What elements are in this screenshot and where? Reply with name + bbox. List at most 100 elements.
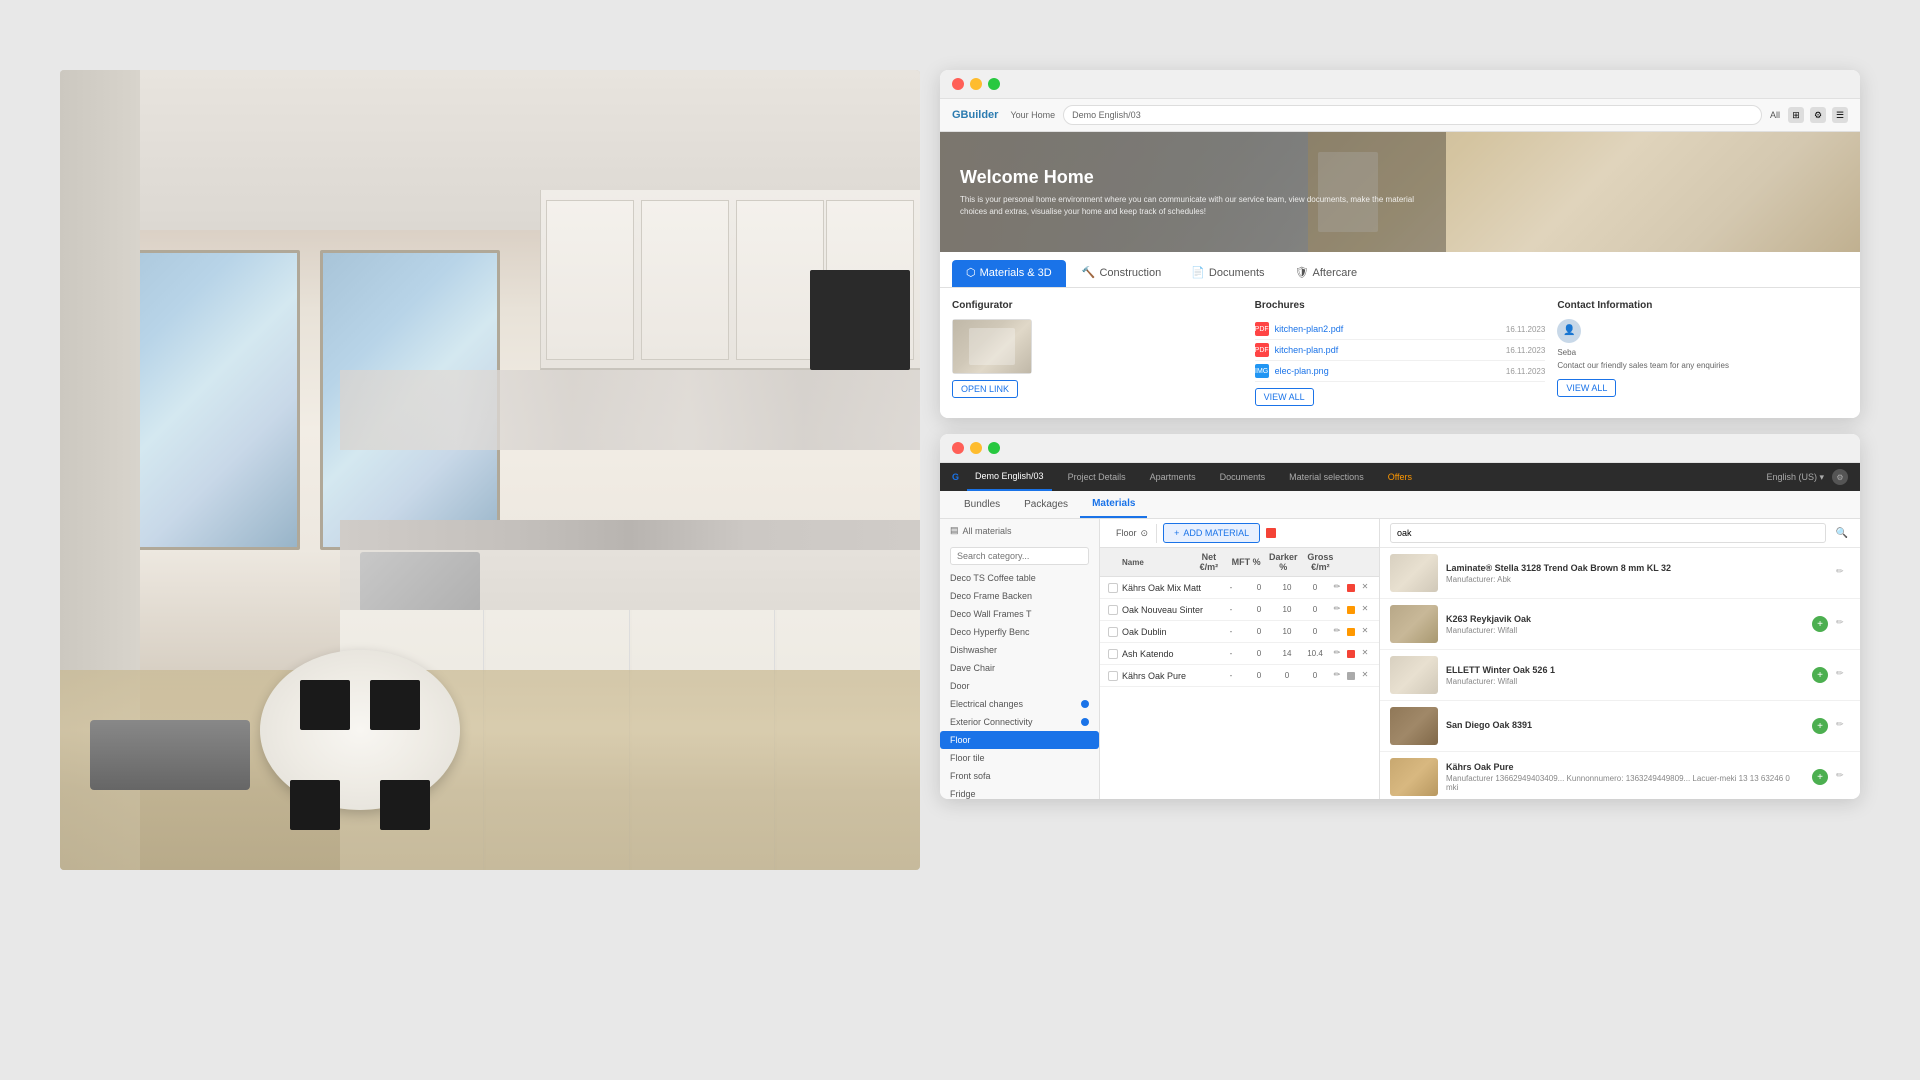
tab-materials-3d[interactable]: ⬡ Materials & 3D	[952, 260, 1066, 287]
expand-dot[interactable]	[988, 78, 1000, 90]
row-delete-5[interactable]: ✕	[1359, 670, 1371, 682]
close-dot[interactable]	[952, 78, 964, 90]
cat-item-deco-wall[interactable]: Deco Wall Frames T	[940, 605, 1099, 623]
cat-item-electrical[interactable]: Electrical changes	[940, 695, 1099, 713]
mat-search-input[interactable]	[1390, 523, 1826, 543]
row-checkbox-2[interactable]	[1108, 605, 1118, 615]
mat-result-info-1: Laminate® Stella 3128 Trend Oak Brown 8 …	[1446, 563, 1828, 584]
mat-add-btn-4[interactable]: +	[1812, 718, 1828, 734]
brochure-item-1[interactable]: PDF kitchen-plan2.pdf 16.11.2023	[1255, 319, 1546, 340]
nav-tab-demo[interactable]: Demo English/03	[967, 463, 1052, 491]
mat-add-btn-2[interactable]: +	[1812, 616, 1828, 632]
contact-view-all-button[interactable]: VIEW ALL	[1557, 379, 1616, 397]
cat-item-fridge[interactable]: Fridge	[940, 785, 1099, 799]
row-mft-5: 0	[1247, 671, 1271, 680]
cat-item-dave-chair[interactable]: Dave Chair	[940, 659, 1099, 677]
browser-all-label: All	[1770, 110, 1780, 120]
mat-row-2[interactable]: Oak Nouveau Sinter - 0 10 0 ✏ ✕	[1100, 599, 1379, 621]
minimize-dot[interactable]	[970, 78, 982, 90]
cat-item-front-sofa[interactable]: Front sofa	[940, 767, 1099, 785]
cat-item-exterior[interactable]: Exterior Connectivity	[940, 713, 1099, 731]
nav-tab-project-details[interactable]: Project Details	[1060, 463, 1134, 491]
mat-result-4[interactable]: San Diego Oak 8391 + ✏	[1380, 701, 1860, 752]
mat-add-btn-3[interactable]: +	[1812, 667, 1828, 683]
browser-icon-1[interactable]: ⊞	[1788, 107, 1804, 123]
row-status-4	[1347, 650, 1355, 658]
mat-result-3[interactable]: ELLETT Winter Oak 526 1 Manufacturer: Wi…	[1380, 650, 1860, 701]
mat-result-edit-1[interactable]: ✏	[1836, 566, 1850, 580]
cat-item-deco-hyperfly[interactable]: Deco Hyperfly Benc	[940, 623, 1099, 641]
material-list-panel: Floor ⊙ + ADD MATERIAL Name	[1100, 519, 1380, 799]
mat-row-5[interactable]: Kährs Oak Pure - 0 0 0 ✏ ✕	[1100, 665, 1379, 687]
row-delete-2[interactable]: ✕	[1359, 604, 1371, 616]
close-dot-2[interactable]	[952, 442, 964, 454]
row-checkbox-5[interactable]	[1108, 671, 1118, 681]
row-edit-2[interactable]: ✏	[1331, 604, 1343, 616]
row-checkbox-3[interactable]	[1108, 627, 1118, 637]
cat-item-deco-frame[interactable]: Deco Frame Backen	[940, 587, 1099, 605]
row-edit-5[interactable]: ✏	[1331, 670, 1343, 682]
floor-selector: Floor ⊙	[1108, 524, 1157, 543]
brochures-view-all-button[interactable]: VIEW ALL	[1255, 388, 1314, 406]
mat-result-edit-3[interactable]: ✏	[1836, 668, 1850, 682]
browser-actions: ⊞ ⚙ ☰	[1788, 107, 1848, 123]
tab-construction[interactable]: 🔨 Construction	[1068, 260, 1175, 287]
mat-row-4[interactable]: Ash Katendo - 0 14 10.4 ✏ ✕	[1100, 643, 1379, 665]
mat-tab-bundles[interactable]: Bundles	[952, 491, 1012, 518]
nav-tab-apartments[interactable]: Apartments	[1142, 463, 1204, 491]
browser-url-bar[interactable]: Demo English/03	[1063, 105, 1762, 125]
expand-dot-2[interactable]	[988, 442, 1000, 454]
mat-row-1[interactable]: Kährs Oak Mix Matt - 0 10 0 ✏ ✕	[1100, 577, 1379, 599]
brochure-item-3[interactable]: IMG elec-plan.png 16.11.2023	[1255, 361, 1546, 382]
mat-result-edit-4[interactable]: ✏	[1836, 719, 1850, 733]
shield-icon: 🛡	[1295, 266, 1309, 279]
mat-result-edit-2[interactable]: ✏	[1836, 617, 1850, 631]
minimize-dot-2[interactable]	[970, 442, 982, 454]
lang-selector[interactable]: English (US) ▾	[1766, 472, 1824, 483]
mat-result-5[interactable]: Kährs Oak Pure Manufacturer 136629494034…	[1380, 752, 1860, 799]
row-delete-1[interactable]: ✕	[1359, 582, 1371, 594]
row-net-2: -	[1219, 605, 1243, 614]
mat-result-name-2: K263 Reykjavik Oak	[1446, 614, 1804, 624]
mat-tab-packages[interactable]: Packages	[1012, 491, 1080, 518]
tab-aftercare[interactable]: 🛡 Aftercare	[1281, 260, 1372, 287]
row-edit-1[interactable]: ✏	[1331, 582, 1343, 594]
mat-result-1[interactable]: Laminate® Stella 3128 Trend Oak Brown 8 …	[1380, 548, 1860, 599]
row-checkbox-1[interactable]	[1108, 583, 1118, 593]
nav-tab-offers[interactable]: Offers	[1380, 463, 1420, 491]
row-checkbox-4[interactable]	[1108, 649, 1118, 659]
brochure-item-2[interactable]: PDF kitchen-plan.pdf 16.11.2023	[1255, 340, 1546, 361]
cat-item-floor-tile[interactable]: Floor tile	[940, 749, 1099, 767]
mat-result-edit-5[interactable]: ✏	[1836, 770, 1850, 784]
row-delete-4[interactable]: ✕	[1359, 648, 1371, 660]
browser-nav-label: Your Home	[1010, 110, 1055, 120]
nav-tab-material-selections[interactable]: Material selections	[1281, 463, 1372, 491]
mat-thumb-5	[1390, 758, 1438, 796]
darker-col-header: Darker %	[1267, 552, 1300, 572]
category-search-input[interactable]	[950, 547, 1089, 565]
row-edit-4[interactable]: ✏	[1331, 648, 1343, 660]
mat-add-btn-5[interactable]: +	[1812, 769, 1828, 785]
mat-result-2[interactable]: K263 Reykjavik Oak Manufacturer: Wifall …	[1380, 599, 1860, 650]
tab-documents[interactable]: 📄 Documents	[1177, 260, 1278, 287]
name-col-header: Name	[1122, 558, 1188, 567]
mat-tab-materials[interactable]: Materials	[1080, 491, 1147, 518]
row-darker-3: 10	[1275, 627, 1299, 636]
configurator-thumbnail[interactable]	[952, 319, 1032, 374]
cat-item-dishwasher[interactable]: Dishwasher	[940, 641, 1099, 659]
open-link-button[interactable]: OPEN LINK	[952, 380, 1018, 398]
cat-item-door[interactable]: Door	[940, 677, 1099, 695]
brochures-section: Brochures PDF kitchen-plan2.pdf 16.11.20…	[1255, 300, 1546, 406]
cat-item-deco-ts[interactable]: Deco TS Coffee table	[940, 569, 1099, 587]
cat-item-floor[interactable]: Floor	[940, 731, 1099, 749]
row-delete-3[interactable]: ✕	[1359, 626, 1371, 638]
chair-2	[370, 680, 420, 730]
add-material-button[interactable]: + ADD MATERIAL	[1163, 523, 1260, 543]
mat-table-header: Name Net €/m² MFT % Darker % Gross €/m²	[1100, 548, 1379, 577]
settings-icon[interactable]: ⚙	[1832, 469, 1848, 485]
mat-row-3[interactable]: Oak Dublin - 0 10 0 ✏ ✕	[1100, 621, 1379, 643]
browser-icon-2[interactable]: ⚙	[1810, 107, 1826, 123]
nav-tab-documents[interactable]: Documents	[1212, 463, 1274, 491]
browser-icon-3[interactable]: ☰	[1832, 107, 1848, 123]
row-edit-3[interactable]: ✏	[1331, 626, 1343, 638]
